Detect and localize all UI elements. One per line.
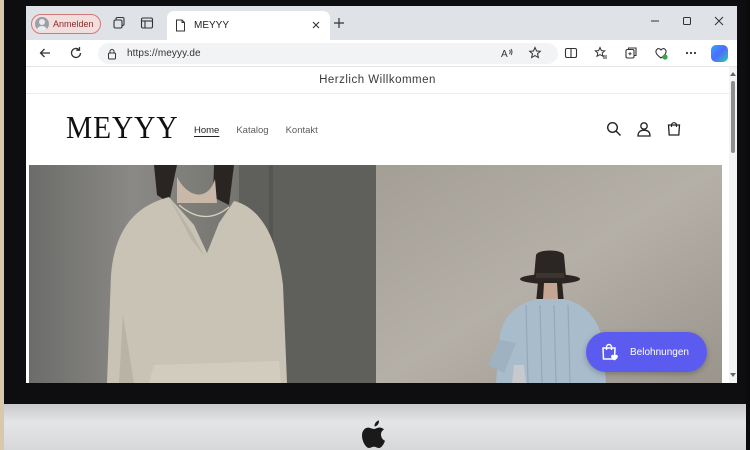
star-icon[interactable] (528, 46, 542, 60)
avatar (35, 17, 49, 31)
page-viewport: Herzlich Willkommen MEYYY Home Katalog K… (26, 67, 729, 383)
info-icon[interactable] (107, 48, 117, 60)
tab-title: MEYYY (194, 20, 230, 31)
site-header: MEYYY Home Katalog Kontakt (26, 95, 729, 165)
plus-icon[interactable] (332, 16, 346, 30)
rewards-button[interactable]: Belohnungen (586, 332, 707, 372)
account-icon[interactable] (636, 121, 652, 137)
cart-icon[interactable] (666, 121, 682, 137)
svg-text:A: A (501, 49, 508, 60)
tab-actions-icon[interactable] (112, 16, 126, 30)
monitor-frame: Anmelden MEYYY https://meyyy.de A Herzli… (4, 0, 746, 450)
scroll-up-icon[interactable] (730, 71, 736, 77)
browser-essentials-icon[interactable] (654, 46, 668, 60)
profile-button[interactable]: Anmelden (31, 14, 101, 34)
monitor-chin (4, 404, 746, 450)
copilot-icon[interactable] (711, 45, 728, 62)
browser-window: Anmelden MEYYY https://meyyy.de A Herzli… (26, 6, 737, 383)
tab-bar: Anmelden MEYYY (26, 6, 737, 40)
gift-bag-icon (602, 343, 618, 361)
nav-kontakt[interactable]: Kontakt (286, 125, 318, 136)
scrollbar[interactable] (729, 67, 737, 383)
search-icon[interactable] (606, 121, 622, 137)
collections-icon[interactable] (624, 46, 638, 60)
refresh-icon[interactable] (69, 46, 83, 60)
vertical-tabs-icon[interactable] (140, 16, 154, 30)
url-input[interactable]: https://meyyy.de (98, 43, 558, 64)
nav-katalog[interactable]: Katalog (236, 125, 268, 136)
tab-meyyy[interactable]: MEYYY (167, 11, 330, 40)
announcement-bar: Herzlich Willkommen (26, 67, 729, 94)
hero-image-left (29, 165, 376, 383)
address-bar: https://meyyy.de A (26, 40, 737, 67)
apple-logo (362, 420, 385, 448)
main-nav: Home Katalog Kontakt (194, 125, 318, 136)
url-text: https://meyyy.de (127, 48, 201, 59)
minimize-icon[interactable] (648, 14, 662, 28)
page-icon (176, 19, 185, 32)
favorites-icon[interactable] (594, 46, 608, 60)
rewards-label: Belohnungen (630, 346, 689, 358)
read-aloud-icon[interactable]: A (500, 46, 514, 60)
profile-label: Anmelden (53, 19, 94, 29)
back-icon[interactable] (38, 46, 52, 60)
site-logo[interactable]: MEYYY (66, 109, 179, 146)
close-icon[interactable] (712, 14, 726, 28)
nav-home[interactable]: Home (194, 125, 219, 136)
split-screen-icon[interactable] (564, 46, 578, 60)
scroll-thumb[interactable] (731, 81, 735, 153)
maximize-icon[interactable] (680, 14, 694, 28)
more-icon[interactable] (684, 46, 698, 60)
close-icon[interactable] (310, 19, 322, 31)
scroll-down-icon[interactable] (730, 372, 736, 378)
